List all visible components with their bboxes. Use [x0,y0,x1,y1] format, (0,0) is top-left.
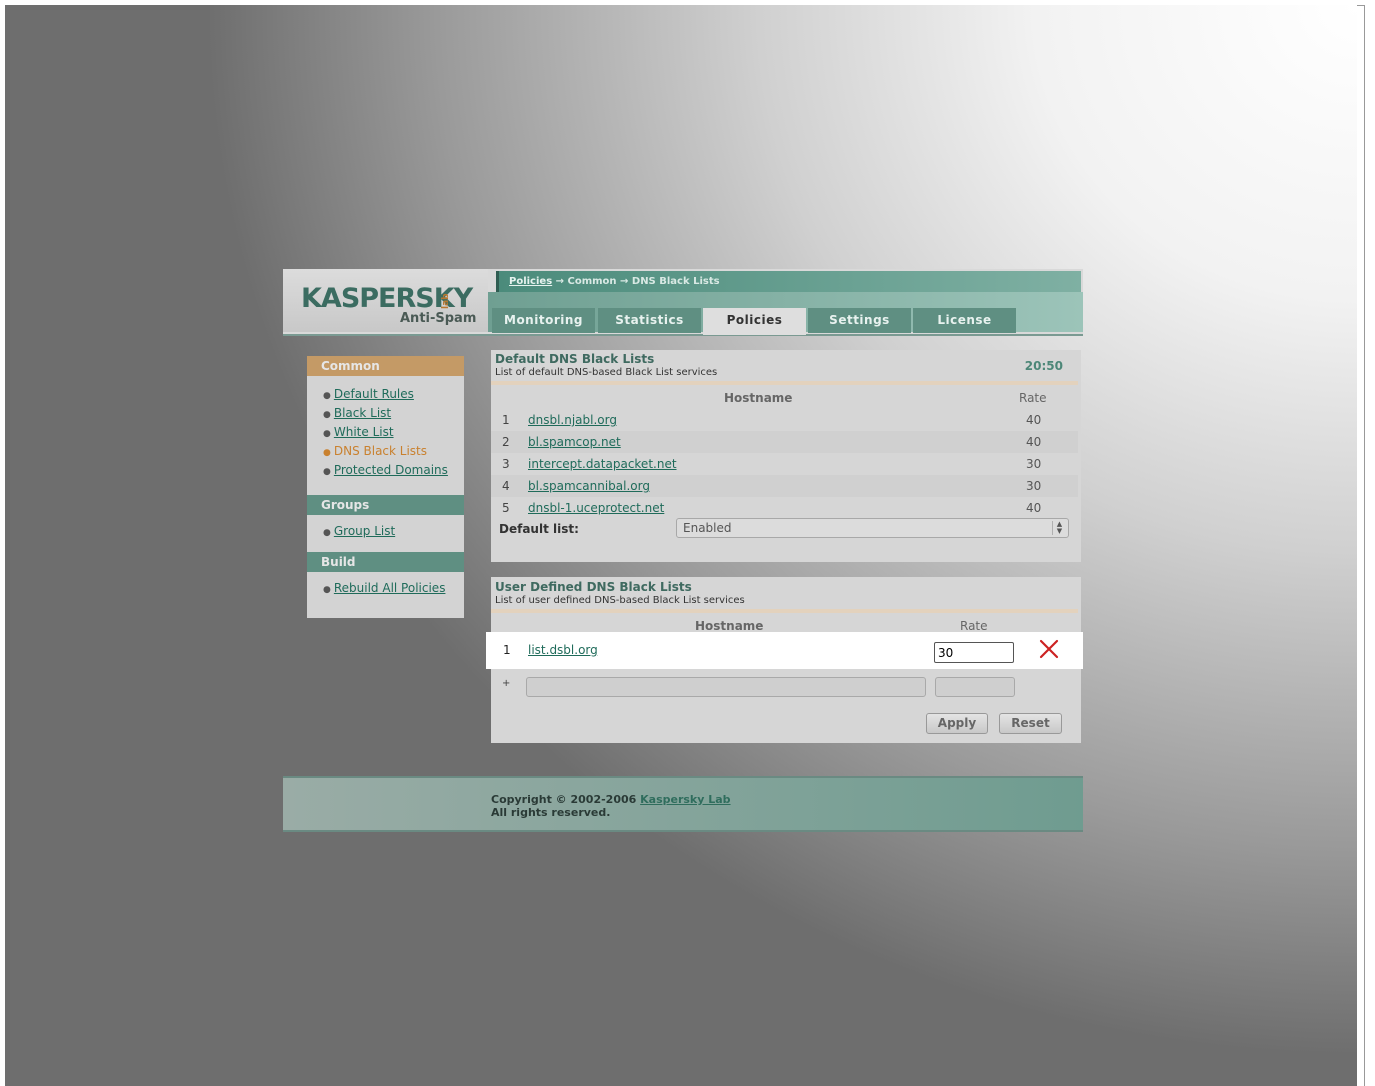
bullet-icon: ● [323,585,331,595]
row-number: 4 [502,479,510,493]
sidebar-item-default-rules: ● Default Rules [323,386,464,405]
hostname-link[interactable]: bl.spamcop.net [528,431,621,453]
default-list-label: Default list: [499,522,579,536]
bullet-icon: ● [323,391,331,401]
logo-lab-mark: lab [441,293,451,309]
sidebar-item-group-list: ● Group List [323,523,464,542]
hostname-link[interactable]: dnsbl.njabl.org [528,409,617,431]
hostname-link[interactable]: intercept.datapacket.net [528,453,677,475]
table-row: 4 bl.spamcannibal.org 30 [491,475,1078,497]
sidebar-link[interactable]: Black List [334,406,391,420]
sidebar-header-common: Common [307,356,464,376]
sidebar-header-build: Build [307,552,464,572]
breadcrumb-current: DNS Black Lists [631,276,720,287]
column-header-rate: Rate [960,619,988,633]
sidebar-item-black-list: ● Black List [323,405,464,424]
rate-value: 40 [1026,435,1042,449]
row-number: 1 [502,413,510,427]
new-hostname-input[interactable] [526,677,926,697]
sidebar-item-rebuild: ● Rebuild All Policies [323,580,464,599]
sidebar-link[interactable]: DNS Black Lists [334,444,427,458]
default-dnsbl-panel: Default DNS Black Lists List of default … [491,350,1081,562]
hostname-link[interactable]: dnsbl-1.uceprotect.net [528,497,664,519]
bullet-icon: ● [323,467,331,477]
select-arrows-icon: ▲ ▼ [1052,521,1066,535]
sidebar-common-list: ● Default Rules ● Black List ● White List ●… [307,376,464,487]
section-title: Default DNS Black Lists [495,352,655,366]
column-header-rate: Rate [1019,391,1047,405]
kaspersky-app: KASPERSKY lab Anti-Spam Policies → Commo… [283,269,1083,834]
table-row: 5 dnsbl-1.uceprotect.net 40 [491,497,1078,519]
rate-value: 30 [1026,457,1042,471]
add-row-marker: + [502,678,511,689]
table-row: 1 dnsbl.njabl.org 40 [491,409,1078,431]
sidebar-item-white-list: ● White List [323,424,464,443]
copyright: Copyright © 2002-2006 Kaspersky Lab All … [491,793,731,819]
default-list-select[interactable]: Enabled ▲ ▼ [676,518,1069,538]
row-number: 2 [502,435,510,449]
rate-value: 40 [1026,413,1042,427]
sidebar: Common ● Default Rules ● Black List ● White… [307,356,464,618]
divider [491,381,1078,385]
reset-button[interactable]: Reset [999,713,1062,734]
rate-input[interactable] [934,642,1014,663]
tab-settings[interactable]: Settings [808,308,911,333]
column-header-hostname: Hostname [724,391,793,405]
section-subtitle: List of default DNS-based Black List ser… [495,367,718,378]
breadcrumb-policies-link[interactable]: Policies [509,276,552,287]
breadcrumb-separator: → [552,276,568,287]
clock: 20:50 [1024,359,1063,373]
rights-text: All rights reserved. [491,806,611,819]
table-row: 3 intercept.datapacket.net 30 [491,453,1078,475]
bullet-icon: ● [323,528,331,538]
tab-monitoring[interactable]: Monitoring [492,308,595,333]
delete-icon[interactable] [1038,638,1060,660]
user-table-row-highlighted: 1 list.dsbl.org [486,632,1083,669]
tab-license[interactable]: License [913,308,1016,333]
divider [491,609,1078,613]
sidebar-link[interactable]: Protected Domains [334,463,448,477]
sidebar-link[interactable]: Rebuild All Policies [334,581,446,595]
sidebar-link[interactable]: Default Rules [334,387,414,401]
logo-area: KASPERSKY lab Anti-Spam [283,269,488,332]
hostname-link[interactable]: list.dsbl.org [528,643,598,657]
product-name: Anti-Spam [400,311,477,326]
kaspersky-lab-link[interactable]: Kaspersky Lab [640,793,730,806]
breadcrumb-common: Common [567,276,617,287]
sidebar-link[interactable]: White List [334,425,394,439]
rate-value: 40 [1026,501,1042,515]
copyright-text: Copyright © 2002-2006 [491,793,641,806]
sidebar-build-list: ● Rebuild All Policies [307,572,464,605]
sidebar-item-protected-domains: ● Protected Domains [323,462,464,481]
bullet-icon: ● [323,410,331,420]
select-value: Enabled [683,521,732,535]
breadcrumb-separator: → [616,276,632,287]
sidebar-groups-list: ● Group List [307,515,464,552]
header: KASPERSKY lab Anti-Spam Policies → Commo… [283,269,1083,336]
table-row: 2 bl.spamcop.net 40 [491,431,1078,453]
sidebar-header-groups: Groups [307,495,464,515]
bullet-icon: ● [323,429,331,439]
hostname-link[interactable]: bl.spamcannibal.org [528,475,650,497]
tab-policies[interactable]: Policies [703,308,806,335]
bullet-icon: ● [323,448,331,458]
row-number: 3 [502,457,510,471]
sidebar-link[interactable]: Group List [334,524,395,538]
rate-value: 30 [1026,479,1042,493]
tab-statistics[interactable]: Statistics [598,308,701,333]
footer: Copyright © 2002-2006 Kaspersky Lab All … [283,776,1083,832]
new-rate-input[interactable] [935,677,1015,697]
section-subtitle: List of user defined DNS-based Black Lis… [495,595,745,606]
row-number: 5 [502,501,510,515]
apply-button[interactable]: Apply [926,713,988,734]
column-header-hostname: Hostname [695,619,764,633]
sidebar-item-dns-black-lists: ● DNS Black Lists [323,443,464,462]
breadcrumb: Policies → Common → DNS Black Lists [496,271,1081,292]
section-title: User Defined DNS Black Lists [495,580,692,594]
row-number: 1 [503,643,511,657]
